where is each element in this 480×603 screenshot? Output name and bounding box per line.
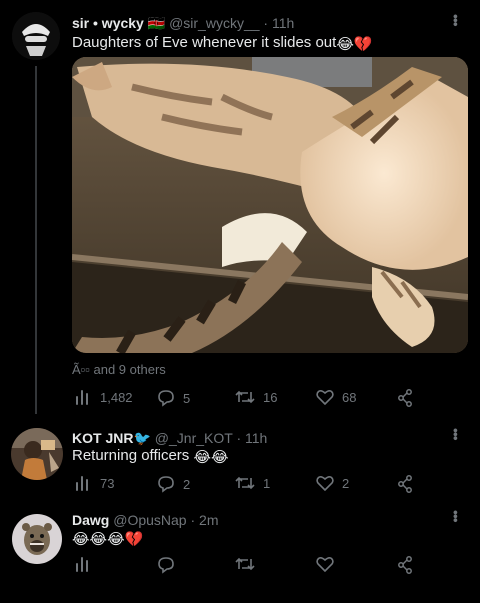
- tweet-text: Daughters of Eve whenever it slides out😂…: [72, 34, 373, 53]
- user-handle[interactable]: @sir_wycky__: [169, 15, 259, 31]
- retweet-count: 1: [263, 475, 271, 491]
- separator-dot: ·: [190, 512, 196, 528]
- retweet-icon: [235, 390, 255, 404]
- reply-icon: [158, 390, 174, 407]
- retweet-button[interactable]: 1: [235, 475, 270, 491]
- bird-icon: 🐦: [133, 430, 151, 446]
- separator-dot: ·: [263, 15, 269, 31]
- retweet-button[interactable]: 16: [235, 389, 277, 405]
- share-icon: [398, 389, 412, 407]
- share-icon: [398, 475, 412, 493]
- laughing-emoji-icon: 😂: [72, 531, 90, 548]
- avatar[interactable]: [12, 12, 60, 60]
- tweet-text-content: Daughters of Eve whenever it slides out: [72, 34, 337, 51]
- display-name[interactable]: KOT JNR: [72, 430, 133, 446]
- heart-icon: [316, 475, 334, 491]
- views-button[interactable]: 1,482: [74, 389, 133, 405]
- reply-count: 2: [183, 476, 191, 492]
- more-options-icon[interactable]: •••: [448, 428, 464, 440]
- tweet-header: Dawg @OpusNap · 2m: [72, 512, 219, 528]
- tweet-media-image[interactable]: [72, 57, 468, 353]
- share-button[interactable]: [397, 389, 413, 407]
- tweet-reply-2: Dawg @OpusNap · 2m ••• 😂😂😂💔: [0, 508, 480, 603]
- reply-count: 5: [183, 390, 191, 406]
- share-icon: [398, 556, 412, 574]
- heart-icon: [316, 556, 334, 572]
- avatar[interactable]: [11, 428, 63, 480]
- avatar[interactable]: [12, 514, 62, 564]
- laughing-emoji-icon: 😂: [107, 531, 125, 548]
- timestamp[interactable]: 2m: [199, 512, 218, 528]
- separator-dot: ·: [236, 430, 242, 446]
- flag-icon: 🇰🇪: [147, 15, 166, 31]
- like-count: 68: [342, 389, 357, 405]
- views-icon: [76, 557, 88, 572]
- user-handle[interactable]: @OpusNap: [113, 512, 186, 528]
- views-button[interactable]: [74, 556, 100, 572]
- views-count: 1,482: [100, 389, 133, 405]
- more-options-icon[interactable]: •••: [448, 14, 464, 26]
- cat-photo: [72, 57, 468, 353]
- broken-heart-emoji-icon: 💔: [353, 36, 373, 53]
- laughing-emoji-icon: 😂: [211, 449, 229, 466]
- retweet-button[interactable]: [235, 556, 263, 572]
- user-handle[interactable]: @_Jnr_KOT: [155, 430, 233, 446]
- views-count: 73: [100, 475, 115, 491]
- like-button[interactable]: 2: [316, 475, 349, 491]
- avatar-image: [12, 12, 60, 60]
- like-count: 2: [342, 475, 350, 491]
- display-name[interactable]: sir • wycky: [72, 15, 144, 31]
- reply-button[interactable]: [157, 556, 183, 574]
- tweet-header: KOT JNR🐦 @_Jnr_KOT · 11h: [72, 430, 267, 447]
- action-bar: 73 2 1 2: [72, 475, 464, 495]
- tweet-text: Returning officers 😂😂: [72, 447, 229, 466]
- retweet-icon: [235, 476, 255, 490]
- share-button[interactable]: [397, 556, 413, 574]
- timestamp[interactable]: 11h: [272, 15, 294, 31]
- avatar-image: [11, 428, 63, 480]
- like-button[interactable]: 68: [316, 389, 356, 405]
- tweet-header: sir • wycky 🇰🇪 @sir_wycky__ · 11h: [72, 15, 294, 32]
- laughing-emoji-icon: 😂: [336, 36, 354, 53]
- reply-icon: [158, 476, 174, 493]
- thread-line: [35, 66, 37, 414]
- views-button[interactable]: 73: [74, 475, 114, 491]
- tweet-text: 😂😂😂💔: [72, 529, 143, 548]
- reply-button[interactable]: 2: [157, 475, 190, 493]
- broken-heart-emoji-icon: 💔: [124, 531, 144, 548]
- action-bar: 1,482 5 16 68: [72, 389, 464, 409]
- liked-by-text[interactable]: Ã▫▫ and 9 others: [72, 362, 166, 377]
- heart-icon: [316, 389, 334, 405]
- retweet-icon: [235, 557, 255, 571]
- timestamp[interactable]: 11h: [245, 430, 267, 446]
- views-icon: [76, 476, 88, 491]
- views-icon: [76, 390, 88, 405]
- share-button[interactable]: [397, 475, 413, 493]
- display-name[interactable]: Dawg: [72, 512, 109, 528]
- tweet-text-content: Returning officers: [72, 447, 190, 464]
- tweet-reply-1: KOT JNR🐦 @_Jnr_KOT · 11h ••• Returning o…: [0, 420, 480, 508]
- retweet-count: 16: [263, 389, 278, 405]
- laughing-emoji-icon: 😂: [89, 531, 108, 548]
- action-bar: [72, 556, 464, 576]
- more-options-icon[interactable]: •••: [448, 510, 464, 522]
- reply-button[interactable]: 5: [157, 389, 190, 407]
- like-button[interactable]: [316, 556, 342, 572]
- tweet-main: sir • wycky 🇰🇪 @sir_wycky__ · 11h ••• Da…: [0, 0, 480, 420]
- laughing-emoji-icon: 😂: [193, 449, 211, 466]
- avatar-image: [12, 514, 62, 564]
- reply-icon: [158, 557, 174, 574]
